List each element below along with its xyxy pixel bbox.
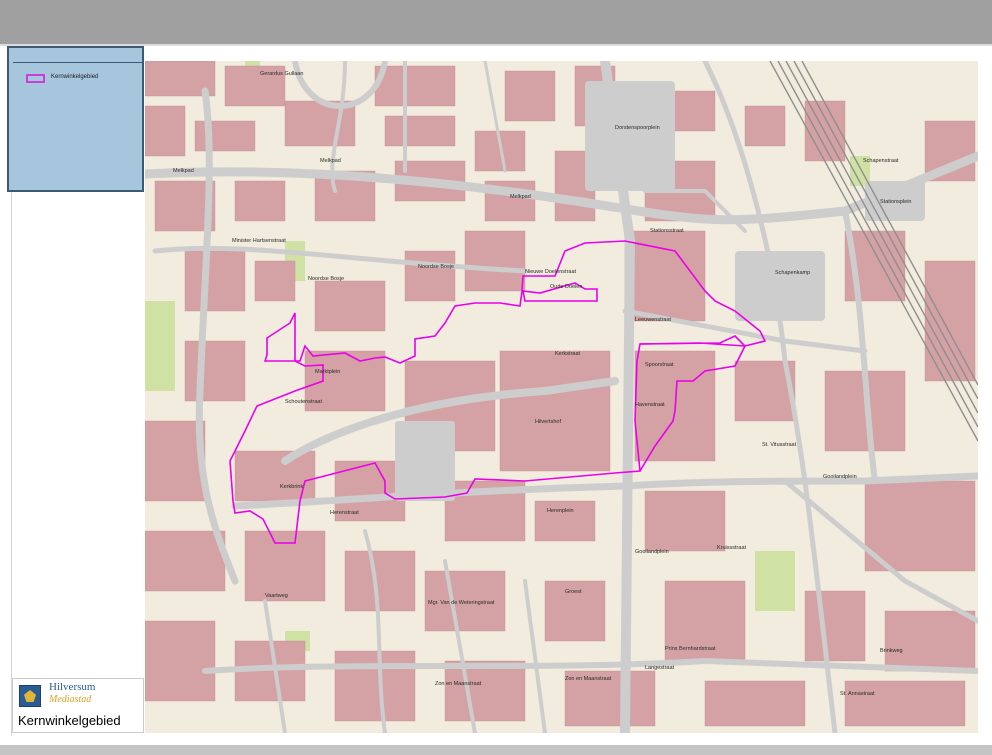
- street-label: Dorstenspoorplein: [615, 125, 660, 131]
- map-svg: [145, 61, 978, 733]
- frame-divider: [0, 44, 992, 46]
- street-label: Oude Doelen: [550, 284, 583, 290]
- street-label: Schoutenstraat: [285, 399, 322, 405]
- street-label: Vaartweg: [265, 593, 288, 599]
- map-title: Kernwinkelgebied: [18, 713, 121, 728]
- street-label: Kerkstraat: [555, 351, 581, 357]
- street-label: Gooiland­plein: [823, 474, 857, 480]
- street-label: Nieuwe Doelenstraat: [525, 269, 577, 275]
- top-toolbar: [0, 0, 992, 44]
- street-label: Kruissstraat: [717, 545, 747, 551]
- branding-block: Hilversum Mediastad Kernwinkelgebied: [12, 678, 144, 733]
- street-label: Zon en Maanstraat: [435, 681, 482, 687]
- street-label: Schapenkamp: [775, 270, 811, 276]
- brand-name: Hilversum: [49, 681, 96, 693]
- street-label: Havenstraat: [635, 402, 665, 408]
- street-label: Leeuwenstraat: [635, 317, 672, 323]
- street-label: Kerkbrink: [280, 484, 304, 490]
- street-label: Zon en Maanstraat: [565, 676, 612, 682]
- street-label: Stationsstraat: [650, 228, 684, 234]
- map-canvas[interactable]: Gerardus Gullaan Melkpad Melkpad Melkpad…: [145, 61, 978, 733]
- street-label: Prins Bernhardstraat: [665, 646, 716, 652]
- bottom-status-bar: [0, 745, 992, 755]
- street-label: Gooiland­plein: [635, 549, 669, 555]
- street-label: Marktplein: [315, 369, 341, 375]
- brand-subtitle: Mediastad: [49, 694, 92, 705]
- street-label: Herenplein: [547, 508, 574, 514]
- street-label: Groest: [565, 589, 582, 595]
- street-label: Hilvertshof: [535, 419, 561, 425]
- street-label: Melkpad: [173, 168, 194, 174]
- street-label: Spoorstraat: [645, 362, 674, 368]
- hilversum-shield-icon: [19, 685, 41, 707]
- legend-panel: [7, 46, 144, 192]
- street-label: Stationsplein: [880, 199, 912, 205]
- street-label: Gerardus Gullaan: [260, 71, 304, 77]
- kernwinkelgebied-legend-swatch: [26, 74, 45, 83]
- street-label: Brinkweg: [880, 648, 903, 654]
- street-label: Mgr. Van de Weteringstraat: [428, 600, 495, 606]
- street-label: St. Vitusstraat: [762, 442, 797, 448]
- street-label: Noordse Bosje: [308, 276, 345, 282]
- street-label: Melkpad: [510, 194, 531, 200]
- street-label: Schapenstraat: [863, 158, 899, 164]
- street-label: Noordse Bosje: [418, 264, 455, 270]
- street-label: Melkpad: [320, 158, 341, 164]
- street-label: Minister Hartsenstraat: [232, 238, 286, 244]
- street-label: Herenstraat: [330, 510, 359, 516]
- street-label: Langestraat: [645, 665, 675, 671]
- legend-label: Kernwinkelgebied: [51, 74, 99, 80]
- street-label: St. Annastraat: [840, 691, 875, 697]
